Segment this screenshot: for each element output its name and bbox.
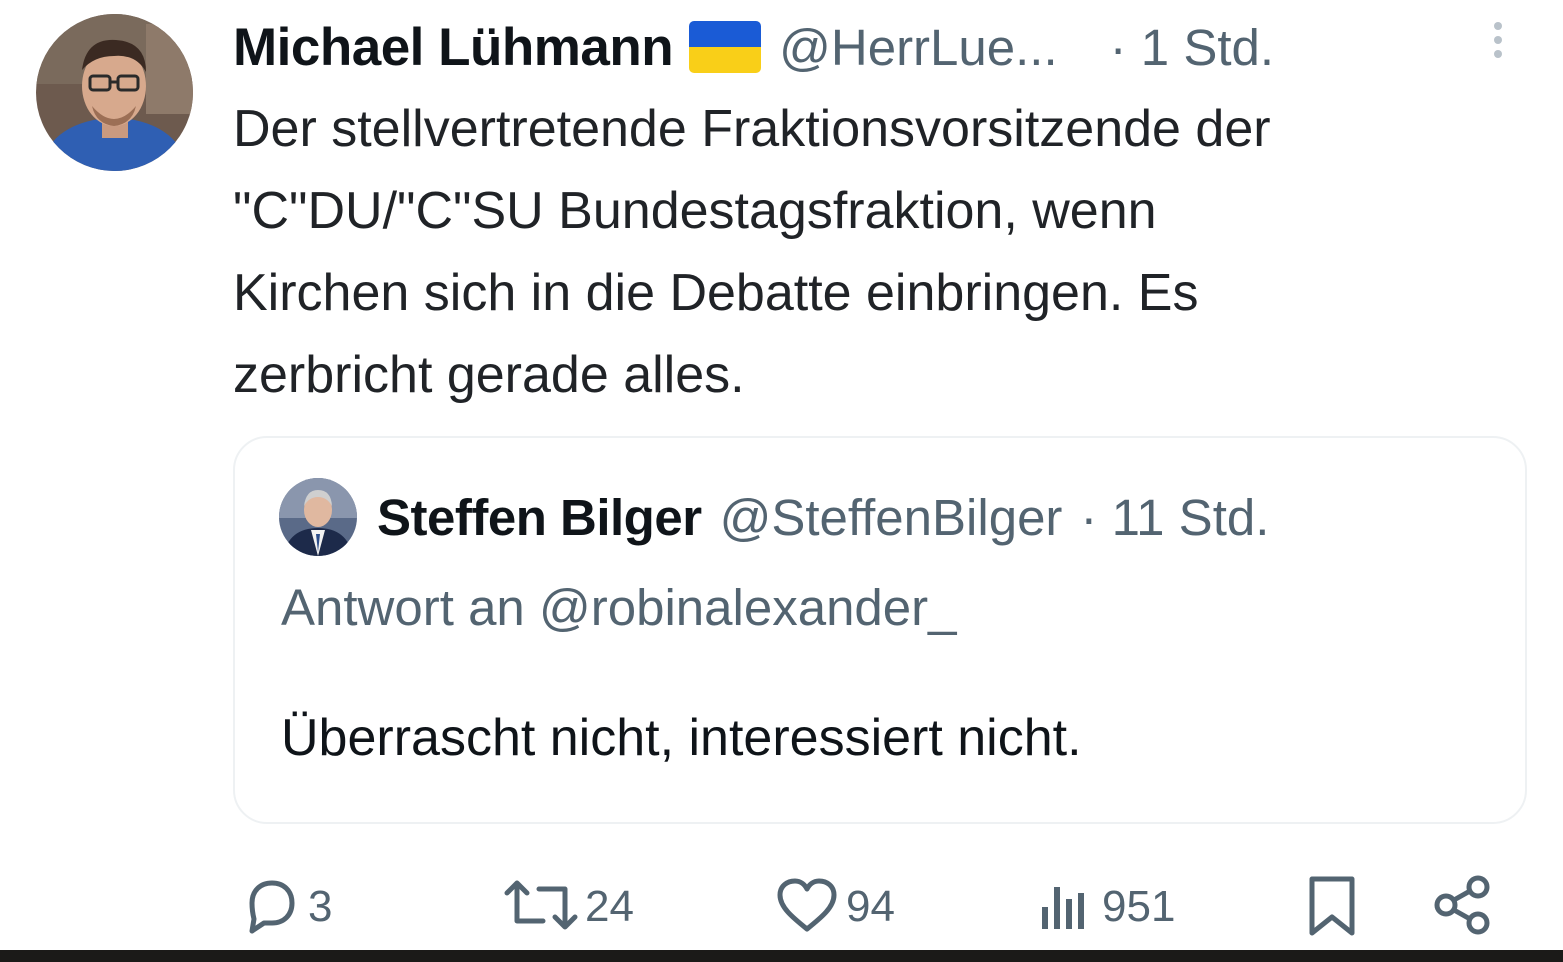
more-options-icon[interactable] bbox=[1488, 22, 1508, 70]
repost-count: 24 bbox=[585, 882, 634, 931]
bookmark-button[interactable] bbox=[1300, 872, 1364, 942]
reply-button[interactable]: 3 bbox=[238, 872, 332, 942]
quoted-tweet[interactable]: Steffen Bilger @SteffenBilger · 11 Std. … bbox=[233, 436, 1527, 824]
tweet-timestamp[interactable]: · 1 Std. bbox=[1110, 18, 1274, 77]
author-handle[interactable]: @HerrLue... bbox=[779, 18, 1058, 77]
like-button[interactable]: 94 bbox=[774, 872, 895, 942]
bookmark-icon bbox=[1300, 873, 1364, 942]
views-icon bbox=[1036, 873, 1096, 942]
views-button[interactable]: 951 bbox=[1036, 872, 1175, 942]
quote-author-avatar bbox=[279, 478, 357, 556]
reply-count: 3 bbox=[308, 882, 333, 931]
quote-author-name[interactable]: Steffen Bilger bbox=[377, 488, 702, 547]
heart-icon bbox=[774, 873, 840, 942]
share-icon bbox=[1430, 873, 1496, 942]
ukraine-flag-icon bbox=[689, 21, 762, 73]
quote-timestamp[interactable]: · 11 Std. bbox=[1080, 488, 1269, 547]
bottom-edge-bar bbox=[0, 950, 1563, 962]
views-count: 951 bbox=[1102, 882, 1176, 931]
author-avatar[interactable] bbox=[36, 14, 193, 171]
like-count: 94 bbox=[846, 882, 895, 931]
quote-text: Überrascht nicht, interessiert nicht. bbox=[281, 709, 1082, 767]
tweet-header: Michael Lühmann @HerrLue... · 1 Std. bbox=[233, 14, 1533, 80]
share-button[interactable] bbox=[1430, 872, 1496, 942]
quote-reply-to: Antwort an @robinalexander_ bbox=[281, 579, 957, 636]
quote-header: Steffen Bilger @SteffenBilger · 11 Std. bbox=[377, 486, 1269, 548]
author-name[interactable]: Michael Lühmann bbox=[233, 17, 674, 78]
quote-author-handle[interactable]: @SteffenBilger bbox=[720, 488, 1063, 547]
reply-icon bbox=[238, 873, 302, 942]
tweet-text: Der stellvertretende Fraktionsvorsitzend… bbox=[233, 100, 1271, 404]
repost-icon bbox=[503, 873, 579, 942]
repost-button[interactable]: 24 bbox=[503, 872, 634, 942]
